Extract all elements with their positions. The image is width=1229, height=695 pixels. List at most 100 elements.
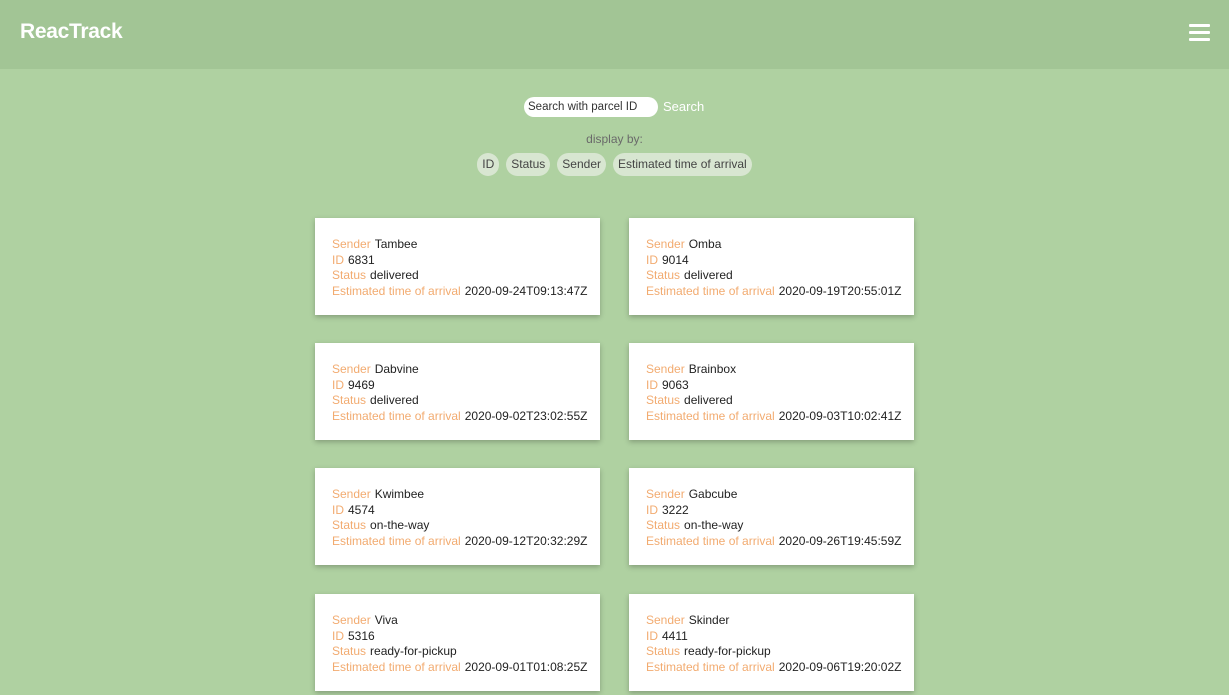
parcel-eta-label: Estimated time of arrival bbox=[332, 533, 461, 548]
parcel-id-label: ID bbox=[332, 252, 344, 267]
parcel-sender-label: Sender bbox=[646, 487, 685, 501]
parcel-eta-value: 2020-09-02T23:02:55Z bbox=[464, 408, 588, 423]
parcel-sender-value: Viva bbox=[374, 613, 398, 627]
parcel-id-row: ID 3222 bbox=[646, 503, 914, 519]
parcel-eta-value: 2020-09-01T01:08:25Z bbox=[464, 659, 588, 674]
parcel-id-row: ID 9063 bbox=[646, 378, 914, 394]
parcel-id-row: ID 9469 bbox=[332, 378, 600, 394]
parcel-status-value: delivered bbox=[684, 393, 733, 408]
parcel-id-row: ID 5316 bbox=[332, 629, 600, 645]
parcel-card[interactable]: Sender Viva ID 5316 Status ready-for-pickup Es… bbox=[315, 594, 600, 691]
parcel-status-row: Status delivered bbox=[646, 393, 914, 409]
sort-options: ID Status Sender Estimated time of arriv… bbox=[0, 153, 1229, 176]
parcel-status-label: Status bbox=[332, 268, 367, 283]
parcel-card[interactable]: Sender Kwimbee ID 4574 Status on-the-way Estim… bbox=[315, 468, 600, 565]
parcel-eta-label: Estimated time of arrival bbox=[332, 659, 461, 674]
parcel-eta-row: Estimated time of arrival 2020-09-01T01:0… bbox=[332, 660, 600, 676]
parcel-sender-row: Sender Dabvine bbox=[332, 362, 600, 378]
parcel-id-row: ID 4411 bbox=[646, 629, 914, 645]
parcel-sender-row: Sender Skinder bbox=[646, 613, 914, 629]
parcel-status-value: on-the-way bbox=[370, 518, 430, 533]
parcel-eta-row: Estimated time of arrival 2020-09-26T19:4… bbox=[646, 534, 914, 550]
hamburger-menu-icon[interactable] bbox=[1189, 23, 1210, 41]
parcel-sender-label: Sender bbox=[646, 613, 685, 627]
parcel-eta-row: Estimated time of arrival 2020-09-06T19:2… bbox=[646, 660, 914, 676]
parcel-id-label: ID bbox=[332, 628, 344, 643]
parcel-sender-value: Gabcube bbox=[688, 487, 738, 501]
search-button[interactable]: Search bbox=[663, 99, 704, 114]
parcel-id-label: ID bbox=[332, 377, 344, 392]
parcel-status-row: Status ready-for-pickup bbox=[332, 644, 600, 660]
parcel-id-label: ID bbox=[332, 502, 344, 517]
parcel-eta-value: 2020-09-03T10:02:41Z bbox=[778, 408, 902, 423]
parcel-sender-value: Brainbox bbox=[688, 362, 737, 376]
parcel-sender-label: Sender bbox=[332, 362, 371, 376]
parcel-id-value: 9014 bbox=[662, 252, 689, 267]
parcel-status-label: Status bbox=[646, 518, 681, 533]
parcel-status-row: Status ready-for-pickup bbox=[646, 644, 914, 660]
parcel-status-value: ready-for-pickup bbox=[370, 644, 457, 659]
parcel-card[interactable]: Sender Dabvine ID 9469 Status delivered Estima… bbox=[315, 343, 600, 440]
parcel-sender-label: Sender bbox=[332, 487, 371, 501]
parcel-sender-value: Tambee bbox=[374, 237, 418, 251]
parcel-id-row: ID 6831 bbox=[332, 253, 600, 269]
parcel-eta-row: Estimated time of arrival 2020-09-19T20:5… bbox=[646, 284, 914, 300]
parcel-id-row: ID 4574 bbox=[332, 503, 600, 519]
sort-by-status-button[interactable]: Status bbox=[506, 153, 551, 176]
parcel-eta-value: 2020-09-19T20:55:01Z bbox=[778, 283, 902, 298]
parcel-status-value: delivered bbox=[370, 268, 419, 283]
parcel-status-row: Status on-the-way bbox=[646, 518, 914, 534]
search-input[interactable] bbox=[524, 97, 658, 117]
parcel-sender-row: Sender Kwimbee bbox=[332, 487, 600, 503]
parcel-status-row: Status delivered bbox=[332, 268, 600, 284]
parcel-id-value: 4574 bbox=[348, 502, 375, 517]
parcel-status-label: Status bbox=[332, 644, 367, 659]
parcel-status-value: ready-for-pickup bbox=[684, 644, 771, 659]
parcel-sender-row: Sender Brainbox bbox=[646, 362, 914, 378]
parcel-status-value: delivered bbox=[370, 393, 419, 408]
sort-by-eta-button[interactable]: Estimated time of arrival bbox=[613, 153, 752, 176]
parcel-id-label: ID bbox=[646, 628, 658, 643]
parcel-eta-row: Estimated time of arrival 2020-09-12T20:3… bbox=[332, 534, 600, 550]
parcel-id-value: 9063 bbox=[662, 377, 689, 392]
sort-by-id-button[interactable]: ID bbox=[477, 153, 500, 176]
parcel-card[interactable]: Sender Brainbox ID 9063 Status delivered Estim… bbox=[629, 343, 914, 440]
parcel-eta-row: Estimated time of arrival 2020-09-24T09:1… bbox=[332, 284, 600, 300]
parcel-card[interactable]: Sender Gabcube ID 3222 Status on-the-way Estim… bbox=[629, 468, 914, 565]
parcel-eta-value: 2020-09-12T20:32:29Z bbox=[464, 533, 588, 548]
parcel-status-row: Status on-the-way bbox=[332, 518, 600, 534]
parcel-card[interactable]: Sender Skinder ID 4411 Status ready-for-picku… bbox=[629, 594, 914, 691]
menu-bar bbox=[1189, 38, 1210, 41]
parcel-eta-value: 2020-09-06T19:20:02Z bbox=[778, 659, 902, 674]
parcel-status-row: Status delivered bbox=[332, 393, 600, 409]
parcel-eta-row: Estimated time of arrival 2020-09-02T23:0… bbox=[332, 409, 600, 425]
menu-bar bbox=[1189, 31, 1210, 34]
parcel-id-row: ID 9014 bbox=[646, 253, 914, 269]
parcel-status-row: Status delivered bbox=[646, 268, 914, 284]
parcel-sender-row: Sender Omba bbox=[646, 237, 914, 253]
parcel-card[interactable]: Sender Omba ID 9014 Status delivered Estimated… bbox=[629, 218, 914, 315]
parcel-eta-label: Estimated time of arrival bbox=[646, 659, 775, 674]
parcel-sender-row: Sender Viva bbox=[332, 613, 600, 629]
sort-by-sender-button[interactable]: Sender bbox=[557, 153, 606, 176]
parcel-status-label: Status bbox=[332, 393, 367, 408]
brand-logo[interactable]: ReacTrack bbox=[20, 20, 123, 44]
parcel-eta-label: Estimated time of arrival bbox=[646, 408, 775, 423]
parcel-sender-label: Sender bbox=[332, 237, 371, 251]
parcel-status-value: on-the-way bbox=[684, 518, 744, 533]
parcel-eta-value: 2020-09-24T09:13:47Z bbox=[464, 283, 588, 298]
parcel-sender-row: Sender Tambee bbox=[332, 237, 600, 253]
parcel-card[interactable]: Sender Tambee ID 6831 Status delivered Estimat… bbox=[315, 218, 600, 315]
parcel-status-label: Status bbox=[646, 644, 681, 659]
parcel-eta-value: 2020-09-26T19:45:59Z bbox=[778, 533, 902, 548]
parcel-eta-label: Estimated time of arrival bbox=[646, 283, 775, 298]
parcel-id-value: 3222 bbox=[662, 502, 689, 517]
parcel-eta-label: Estimated time of arrival bbox=[332, 283, 461, 298]
parcel-status-label: Status bbox=[332, 518, 367, 533]
parcel-eta-row: Estimated time of arrival 2020-09-03T10:0… bbox=[646, 409, 914, 425]
parcel-sender-value: Skinder bbox=[688, 613, 730, 627]
parcel-sender-value: Kwimbee bbox=[374, 487, 425, 501]
menu-bar bbox=[1189, 24, 1210, 27]
parcel-id-value: 4411 bbox=[662, 628, 688, 643]
top-navbar: ReacTrack bbox=[0, 0, 1229, 69]
